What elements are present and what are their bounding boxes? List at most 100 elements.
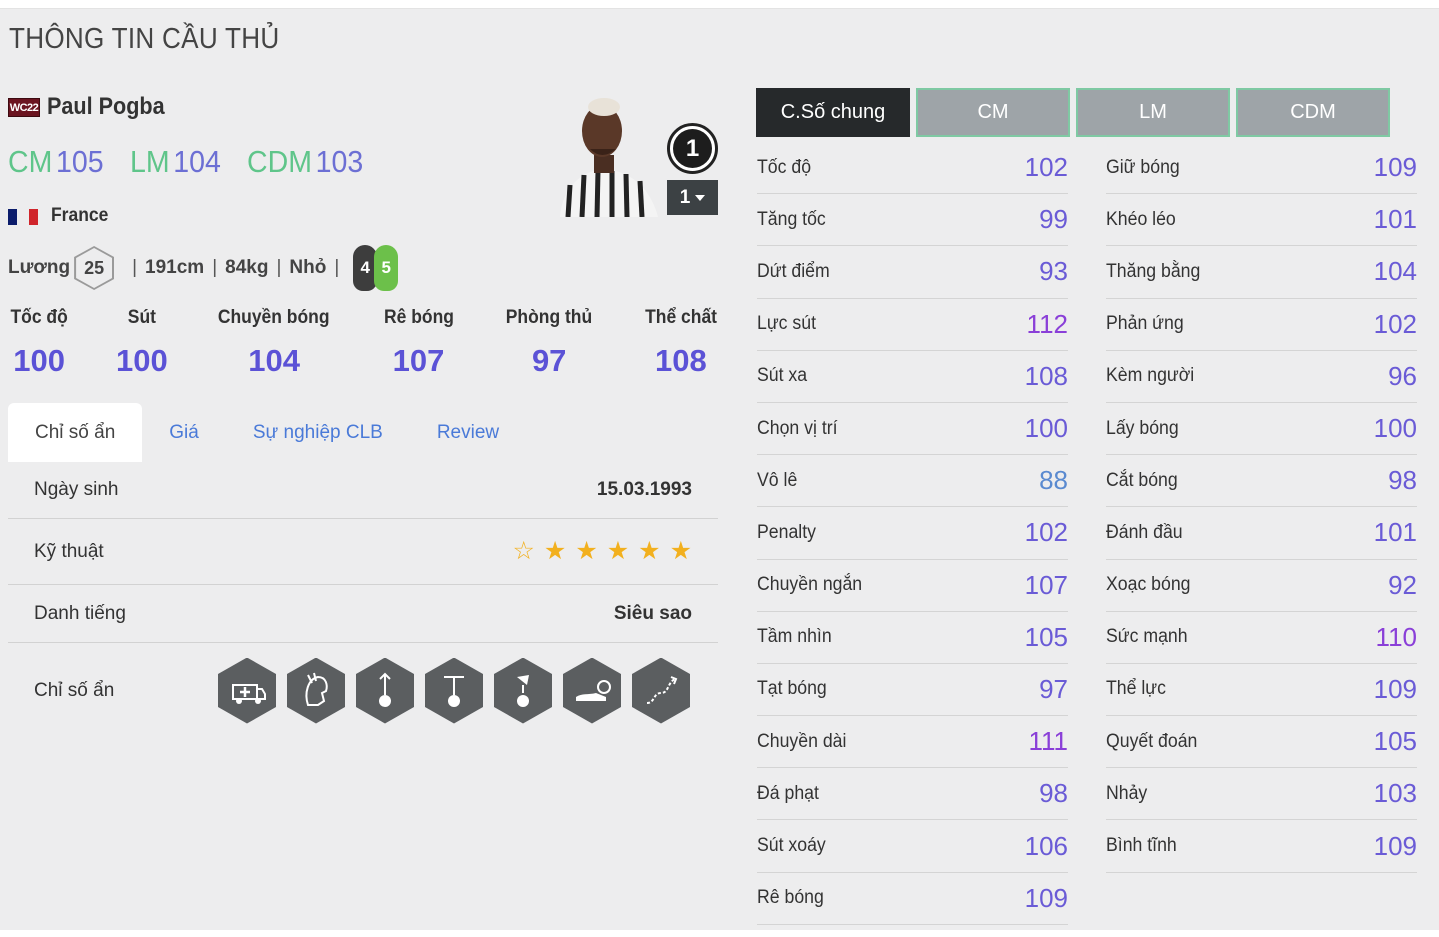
star-icon: ★: [543, 537, 567, 565]
tab-price[interactable]: Giá: [142, 403, 226, 462]
stat-label: Giữ bóng: [1106, 156, 1180, 178]
position-rating: LM 104: [129, 144, 221, 179]
ambulance-icon[interactable]: [218, 657, 276, 724]
stat-label: Sút xa: [757, 365, 808, 387]
stat-label: Kèm người: [1106, 365, 1195, 387]
stat-value: 109: [1373, 830, 1417, 861]
tab-lm[interactable]: LM: [1076, 88, 1230, 137]
tab-hidden-stats[interactable]: Chỉ số ẩn: [8, 403, 143, 462]
tab-cdm[interactable]: CDM: [1236, 88, 1390, 137]
stat-value: 110: [1375, 621, 1417, 652]
right-foot-icon: 5: [374, 245, 399, 291]
summary-stat: Chuyền bóng 104: [218, 307, 330, 378]
trait-icons: [218, 657, 690, 724]
star-icon: ★: [606, 537, 630, 565]
sep: |: [276, 257, 282, 278]
stat-label: Vô lê: [757, 469, 798, 491]
stat-value: 108: [1024, 360, 1068, 391]
foot-rating: 4 5: [353, 245, 399, 291]
stat-row: Bình tĩnh 109: [1106, 820, 1417, 873]
stat-label: Chuyền ngắn: [757, 574, 863, 596]
stat-label: Thăng bằng: [1106, 260, 1201, 282]
stat-value: 97: [1039, 673, 1068, 704]
spartan-helmet-icon[interactable]: [287, 657, 345, 724]
upgrade-level-select[interactable]: 1: [667, 180, 718, 215]
stat-label: Nhảy: [1106, 782, 1148, 804]
stat-value: 105: [1024, 621, 1068, 652]
summary-stats: Tốc độ 100 Sút 100 Chuyền bóng 104 Rê bóng 1…: [8, 307, 720, 379]
stat-row: Tầm nhìn 105: [757, 612, 1068, 664]
stat-value: 102: [1373, 308, 1417, 339]
stat-value: 88: [1039, 465, 1068, 496]
stat-label: Chuyền dài: [757, 730, 847, 752]
stat-value: 96: [1388, 360, 1417, 391]
flair-ball-icon[interactable]: [494, 657, 552, 724]
tab-cm[interactable]: CM: [916, 88, 1070, 137]
stat-row: Khéo léo 101: [1106, 194, 1417, 247]
stat-value: 111: [1028, 726, 1068, 757]
stat-row: Đánh đầu 101: [1106, 507, 1417, 560]
stat-label: Đá phạt: [757, 782, 819, 804]
birth-row: Ngày sinh 15.03.1993: [8, 462, 718, 519]
salary-hex: 25: [74, 246, 115, 290]
stat-value: 101: [1373, 204, 1417, 235]
stat-label: Thể lực: [1106, 678, 1166, 700]
stat-row: Sút xa 108: [757, 351, 1068, 403]
summary-stat: Sút 100: [115, 307, 168, 378]
stat-row: Tốc độ 102: [757, 142, 1068, 195]
stat-value: 102: [1024, 517, 1068, 548]
stat-row: Quyết đoán 105: [1106, 716, 1417, 769]
player-info-panel: THÔNG TIN CẦU THỦ WC22 Paul Pogba CM 105 …: [0, 8, 1439, 930]
skill-row: Kỹ thuật ☆ ★ ★ ★ ★ ★: [8, 519, 718, 585]
stat-value: 104: [1373, 256, 1417, 287]
stat-tabs: C.Số chung CM LM CDM: [756, 88, 1390, 137]
stat-row: Chuyền dài 111: [757, 716, 1068, 769]
stat-value: 109: [1024, 882, 1068, 913]
stat-label: Sút xoáy: [757, 835, 826, 857]
summary-stat: Phòng thủ 97: [505, 307, 593, 378]
tab-club-career[interactable]: Sự nghiệp CLB: [226, 403, 410, 462]
stat-row: Tăng tốc 99: [757, 194, 1068, 247]
summary-stat: Thể chất 108: [644, 307, 717, 378]
skill-stars: ☆ ★ ★ ★ ★ ★: [512, 539, 692, 564]
power-header-icon[interactable]: [425, 657, 483, 724]
long-shot-icon[interactable]: [356, 657, 414, 724]
player-photo: [540, 89, 668, 217]
tab-general-stats[interactable]: C.Số chung: [756, 88, 910, 137]
summary-stat: Rê bóng 107: [383, 307, 454, 378]
stat-row: Penalty 102: [757, 507, 1068, 560]
stat-row: Sút xoáy 106: [757, 820, 1068, 873]
stat-row: Giữ bóng 109: [1106, 142, 1417, 195]
weight: 84kg: [225, 257, 269, 278]
dribble-path-icon[interactable]: [632, 657, 690, 724]
height: 191cm: [145, 257, 205, 278]
stat-row: Tạt bóng 97: [757, 664, 1068, 717]
stat-label: Tạt bóng: [757, 678, 827, 700]
speed-boot-icon[interactable]: [563, 657, 621, 724]
stat-value: 98: [1388, 465, 1417, 496]
stat-row: Xoạc bóng 92: [1106, 560, 1417, 612]
stat-value: 101: [1373, 517, 1417, 548]
stat-row: Sức mạnh 110: [1106, 612, 1417, 664]
stat-value: 98: [1039, 778, 1068, 809]
tab-review[interactable]: Review: [410, 403, 526, 462]
stat-value: 107: [1024, 569, 1068, 600]
stat-label: Tăng tốc: [757, 208, 826, 230]
stat-label: Penalty: [757, 521, 816, 543]
salary-label: Lương: [8, 257, 71, 278]
nation-name: France: [51, 205, 109, 226]
stat-value: 112: [1026, 308, 1068, 339]
star-outline-icon: ☆: [512, 537, 535, 565]
position-rating: CM 105: [8, 144, 104, 179]
page-title: THÔNG TIN CẦU THỦ: [9, 23, 280, 55]
traits-row: Chỉ số ẩn: [8, 643, 718, 738]
stat-value: 109: [1373, 673, 1417, 704]
stat-label: Rê bóng: [757, 887, 824, 909]
stat-value: 100: [1373, 413, 1417, 444]
summary-stat: Tốc độ 100: [10, 307, 68, 378]
sep: |: [132, 257, 138, 278]
france-flag-icon: [8, 209, 40, 225]
stat-label: Bình tĩnh: [1106, 835, 1177, 857]
sep: |: [212, 257, 218, 278]
stat-label: Lấy bóng: [1106, 417, 1179, 439]
